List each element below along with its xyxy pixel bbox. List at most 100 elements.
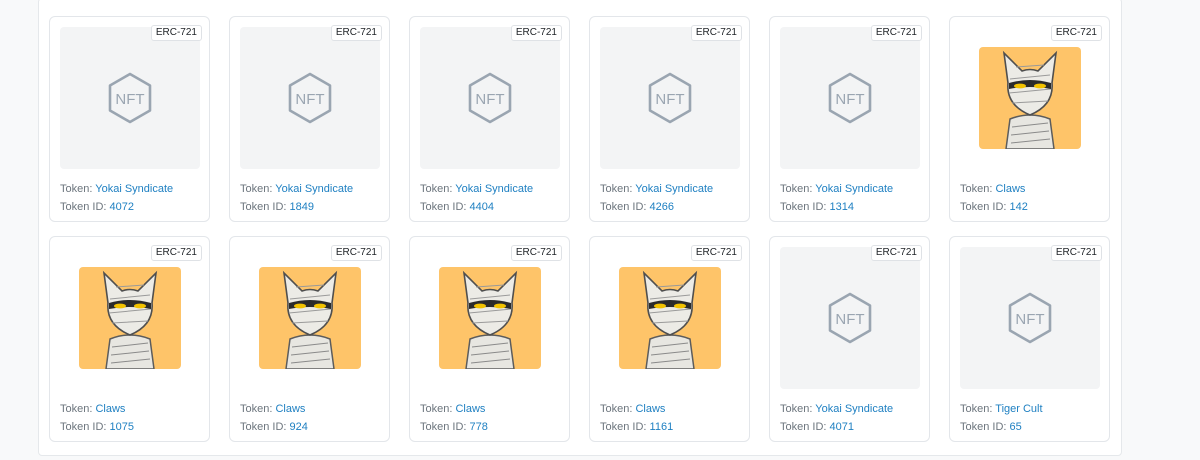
token-standard-badge: ERC-721 — [330, 245, 382, 261]
svg-text:NFT: NFT — [835, 91, 864, 108]
nft-thumbnail[interactable]: NFT — [420, 27, 560, 169]
nft-meta: Token: Yokai Syndicate Token ID: 1849 — [240, 180, 353, 216]
token-id-link[interactable]: 1849 — [290, 201, 314, 213]
nft-card-8[interactable]: ERC-721 Token: Claws Token ID: 924 — [229, 236, 390, 442]
token-id-link[interactable]: 4072 — [110, 201, 134, 213]
token-label: Token: — [960, 183, 996, 195]
nft-card-9[interactable]: ERC-721 Token: Claws Token ID: 778 — [409, 236, 570, 442]
token-name-link[interactable]: Claws — [455, 403, 485, 415]
token-label: Token: — [420, 403, 456, 415]
mummy-cat-art — [1002, 50, 1058, 149]
token-name-link[interactable]: Yokai Syndicate — [815, 403, 893, 415]
token-id-link[interactable]: 65 — [1010, 421, 1022, 433]
nft-thumbnail[interactable]: NFT — [60, 27, 200, 169]
nft-meta: Token: Yokai Syndicate Token ID: 4071 — [780, 400, 893, 436]
token-id-link[interactable]: 924 — [290, 421, 308, 433]
nft-card-1[interactable]: NFT ERC-721 Token: Yokai Syndicate Token… — [49, 16, 210, 222]
token-name-link[interactable]: Yokai Syndicate — [275, 183, 353, 195]
svg-text:NFT: NFT — [115, 91, 144, 108]
svg-text:NFT: NFT — [1015, 311, 1044, 328]
nft-card-10[interactable]: ERC-721 Token: Claws Token ID: 1161 — [589, 236, 750, 442]
token-name-link[interactable]: Claws — [995, 183, 1025, 195]
nft-card-3[interactable]: NFT ERC-721 Token: Yokai Syndicate Token… — [409, 16, 570, 222]
token-row: Token: Yokai Syndicate — [600, 180, 713, 198]
nft-placeholder-icon: NFT — [108, 72, 152, 124]
token-standard-badge: ERC-721 — [510, 245, 562, 261]
mummy-cat-art — [462, 270, 518, 369]
nft-placeholder-icon: NFT — [288, 72, 332, 124]
nft-thumbnail[interactable] — [960, 27, 1100, 169]
nft-thumbnail[interactable] — [420, 247, 560, 389]
nft-meta: Token: Yokai Syndicate Token ID: 1314 — [780, 180, 893, 216]
token-name-link[interactable]: Claws — [275, 403, 305, 415]
token-id-row: Token ID: 65 — [960, 418, 1043, 436]
token-name-link[interactable]: Yokai Syndicate — [95, 183, 173, 195]
token-id-link[interactable]: 1314 — [830, 201, 854, 213]
token-label: Token: — [960, 403, 996, 415]
nft-card-2[interactable]: NFT ERC-721 Token: Yokai Syndicate Token… — [229, 16, 390, 222]
token-id-label: Token ID: — [60, 201, 110, 213]
nft-image[interactable] — [979, 47, 1081, 149]
nft-card-5[interactable]: NFT ERC-721 Token: Yokai Syndicate Token… — [769, 16, 930, 222]
nft-thumbnail[interactable] — [60, 247, 200, 389]
nft-thumbnail[interactable]: NFT — [600, 27, 740, 169]
token-name-link[interactable]: Tiger Cult — [995, 403, 1042, 415]
nft-thumbnail[interactable]: NFT — [780, 247, 920, 389]
token-name-link[interactable]: Yokai Syndicate — [635, 183, 713, 195]
token-id-row: Token ID: 924 — [240, 418, 308, 436]
nft-thumbnail[interactable] — [600, 247, 740, 389]
nft-placeholder-icon: NFT — [468, 72, 512, 124]
token-id-label: Token ID: — [240, 421, 290, 433]
token-id-link[interactable]: 1161 — [650, 421, 674, 433]
token-standard-badge: ERC-721 — [690, 25, 742, 41]
token-label: Token: — [600, 403, 636, 415]
token-id-label: Token ID: — [780, 421, 830, 433]
token-id-link[interactable]: 778 — [470, 421, 488, 433]
token-name-link[interactable]: Claws — [635, 403, 665, 415]
nft-thumbnail[interactable]: NFT — [240, 27, 380, 169]
nft-meta: Token: Claws Token ID: 1161 — [600, 400, 673, 436]
nft-inventory-panel: NFT ERC-721 Token: Yokai Syndicate Token… — [38, 0, 1122, 456]
nft-image[interactable] — [619, 267, 721, 369]
token-id-row: Token ID: 4266 — [600, 198, 713, 216]
token-row: Token: Claws — [240, 400, 308, 418]
nft-image[interactable] — [439, 267, 541, 369]
nft-meta: Token: Yokai Syndicate Token ID: 4266 — [600, 180, 713, 216]
token-standard-badge: ERC-721 — [870, 245, 922, 261]
token-id-label: Token ID: — [240, 201, 290, 213]
token-standard-badge: ERC-721 — [690, 245, 742, 261]
nft-card-12[interactable]: NFT ERC-721 Token: Tiger Cult Token ID: … — [949, 236, 1110, 442]
nft-thumbnail[interactable] — [240, 247, 380, 389]
token-id-link[interactable]: 142 — [1010, 201, 1028, 213]
nft-meta: Token: Claws Token ID: 142 — [960, 180, 1028, 216]
token-id-row: Token ID: 142 — [960, 198, 1028, 216]
token-id-row: Token ID: 1849 — [240, 198, 353, 216]
token-id-row: Token ID: 4071 — [780, 418, 893, 436]
token-id-link[interactable]: 4266 — [650, 201, 674, 213]
nft-placeholder-icon: NFT — [648, 72, 692, 124]
token-label: Token: — [780, 183, 816, 195]
nft-card-4[interactable]: NFT ERC-721 Token: Yokai Syndicate Token… — [589, 16, 750, 222]
nft-thumbnail[interactable]: NFT — [960, 247, 1100, 389]
token-id-link[interactable]: 4404 — [470, 201, 494, 213]
nft-card-7[interactable]: ERC-721 Token: Claws Token ID: 1075 — [49, 236, 210, 442]
nft-grid: NFT ERC-721 Token: Yokai Syndicate Token… — [49, 16, 1110, 442]
token-row: Token: Yokai Syndicate — [60, 180, 173, 198]
nft-thumbnail[interactable]: NFT — [780, 27, 920, 169]
token-name-link[interactable]: Yokai Syndicate — [455, 183, 533, 195]
nft-image[interactable] — [79, 267, 181, 369]
token-name-link[interactable]: Yokai Syndicate — [815, 183, 893, 195]
token-id-label: Token ID: — [420, 201, 470, 213]
token-label: Token: — [240, 183, 276, 195]
token-id-link[interactable]: 4071 — [830, 421, 854, 433]
nft-card-6[interactable]: ERC-721 Token: Claws Token ID: 142 — [949, 16, 1110, 222]
token-row: Token: Claws — [420, 400, 488, 418]
token-label: Token: — [420, 183, 456, 195]
token-standard-badge: ERC-721 — [510, 25, 562, 41]
nft-card-11[interactable]: NFT ERC-721 Token: Yokai Syndicate Token… — [769, 236, 930, 442]
token-name-link[interactable]: Claws — [95, 403, 125, 415]
token-id-link[interactable]: 1075 — [110, 421, 134, 433]
svg-text:NFT: NFT — [835, 311, 864, 328]
token-id-label: Token ID: — [420, 421, 470, 433]
nft-image[interactable] — [259, 267, 361, 369]
